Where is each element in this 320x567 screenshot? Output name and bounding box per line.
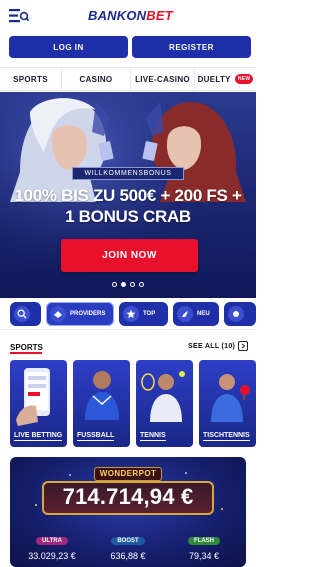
category-item-top[interactable]: TOP <box>119 302 168 326</box>
category-label: NEU <box>197 311 210 317</box>
sport-tile-label: LIVE BETTING <box>14 432 63 441</box>
carousel-dot[interactable] <box>130 282 135 287</box>
tier-boost-name: BOOST <box>111 537 145 545</box>
category-item-new[interactable]: NEU <box>173 302 219 326</box>
promo-line-2: 1 BONUS CRAB <box>65 207 191 226</box>
wonderpot-title: WONDERPOT <box>99 469 157 478</box>
logo-part-2: BET <box>146 8 173 23</box>
providers-icon <box>50 306 66 322</box>
search-icon <box>14 306 30 322</box>
welcome-bonus-label: WILLKOMMENSBONUS <box>72 167 184 180</box>
tier-flash: FLASH 79,34 € <box>168 529 240 561</box>
sport-tile-label: FUSSBALL <box>77 432 115 441</box>
category-item-providers[interactable]: PROVIDERS <box>46 302 114 326</box>
tier-ultra-name: ULTRA <box>36 537 68 545</box>
nav-live-casino-label: LIVE-CASINO <box>135 74 190 84</box>
sport-tile-live-betting[interactable]: LIVE BETTING <box>10 360 67 447</box>
wonderpot-amount: 714.714,94 € <box>62 484 194 509</box>
promo-line-1: 100% BIS ZU 500€ + 200 FS + <box>14 186 242 205</box>
nav-duelty[interactable]: DUELTY NEW <box>195 68 256 90</box>
nav-live-casino[interactable]: LIVE-CASINO <box>131 68 195 90</box>
star-icon <box>123 306 139 322</box>
sport-tile-football[interactable]: FUSSBALL <box>73 360 130 447</box>
tier-boost-value: 636,88 € <box>110 551 146 561</box>
sports-heading-underline <box>10 352 42 354</box>
sport-tile-tennis[interactable]: TENNIS <box>136 360 193 447</box>
see-all-link[interactable]: SEE ALL (10) <box>188 343 235 350</box>
nav-duelty-label: DUELTY <box>197 74 231 84</box>
category-label: TOP <box>143 311 156 317</box>
tier-ultra-value: 33.029,23 € <box>28 551 76 561</box>
category-item-more[interactable] <box>224 302 256 326</box>
login-button[interactable]: LOG IN <box>9 36 128 58</box>
tier-boost: BOOST 636,88 € <box>92 529 164 561</box>
tier-flash-name: FLASH <box>188 537 220 545</box>
nav-casino-label: CASINO <box>79 74 113 84</box>
new-badge: NEW <box>234 74 254 84</box>
top-bar: BANKONBET <box>0 0 256 32</box>
nav-casino[interactable]: CASINO <box>62 68 131 90</box>
sport-tile-label: TISCHTENNIS <box>203 432 250 441</box>
menu-icon[interactable] <box>9 9 29 23</box>
logo-part-1: BANKON <box>88 8 147 23</box>
more-icon <box>228 306 244 322</box>
join-now-button[interactable]: JOIN NOW <box>61 239 198 272</box>
carousel-dots <box>112 282 144 287</box>
chevron-right-icon[interactable] <box>238 341 248 351</box>
brand-logo[interactable]: BANKONBET <box>88 8 173 23</box>
category-strip: PROVIDERS TOP NEU <box>0 298 256 330</box>
nav-sports-label: SPORTS <box>13 74 48 84</box>
new-icon <box>177 306 193 322</box>
category-label: PROVIDERS <box>70 311 106 317</box>
app-root: BANKONBET LOG IN REGISTER SPORTS CASINO … <box>0 0 256 567</box>
sports-heading: SPORTS <box>10 343 43 352</box>
carousel-dot[interactable] <box>139 282 144 287</box>
main-nav: SPORTS CASINO LIVE-CASINO DUELTY NEW <box>0 67 256 91</box>
sport-tile-label: TENNIS <box>140 432 166 441</box>
nav-sports[interactable]: SPORTS <box>0 68 62 90</box>
tier-ultra: ULTRA 33.029,23 € <box>16 529 88 561</box>
carousel-dot-active[interactable] <box>121 282 126 287</box>
sport-tile-table-tennis[interactable]: TISCHTENNIS <box>199 360 256 447</box>
carousel-dot[interactable] <box>112 282 117 287</box>
category-item-search[interactable] <box>10 302 41 326</box>
tier-flash-value: 79,34 € <box>188 551 220 561</box>
register-button[interactable]: REGISTER <box>132 36 251 58</box>
wonderpot-jackpot[interactable]: WONDERPOT 714.714,94 € ULTRA 33.029,23 €… <box>10 457 246 567</box>
